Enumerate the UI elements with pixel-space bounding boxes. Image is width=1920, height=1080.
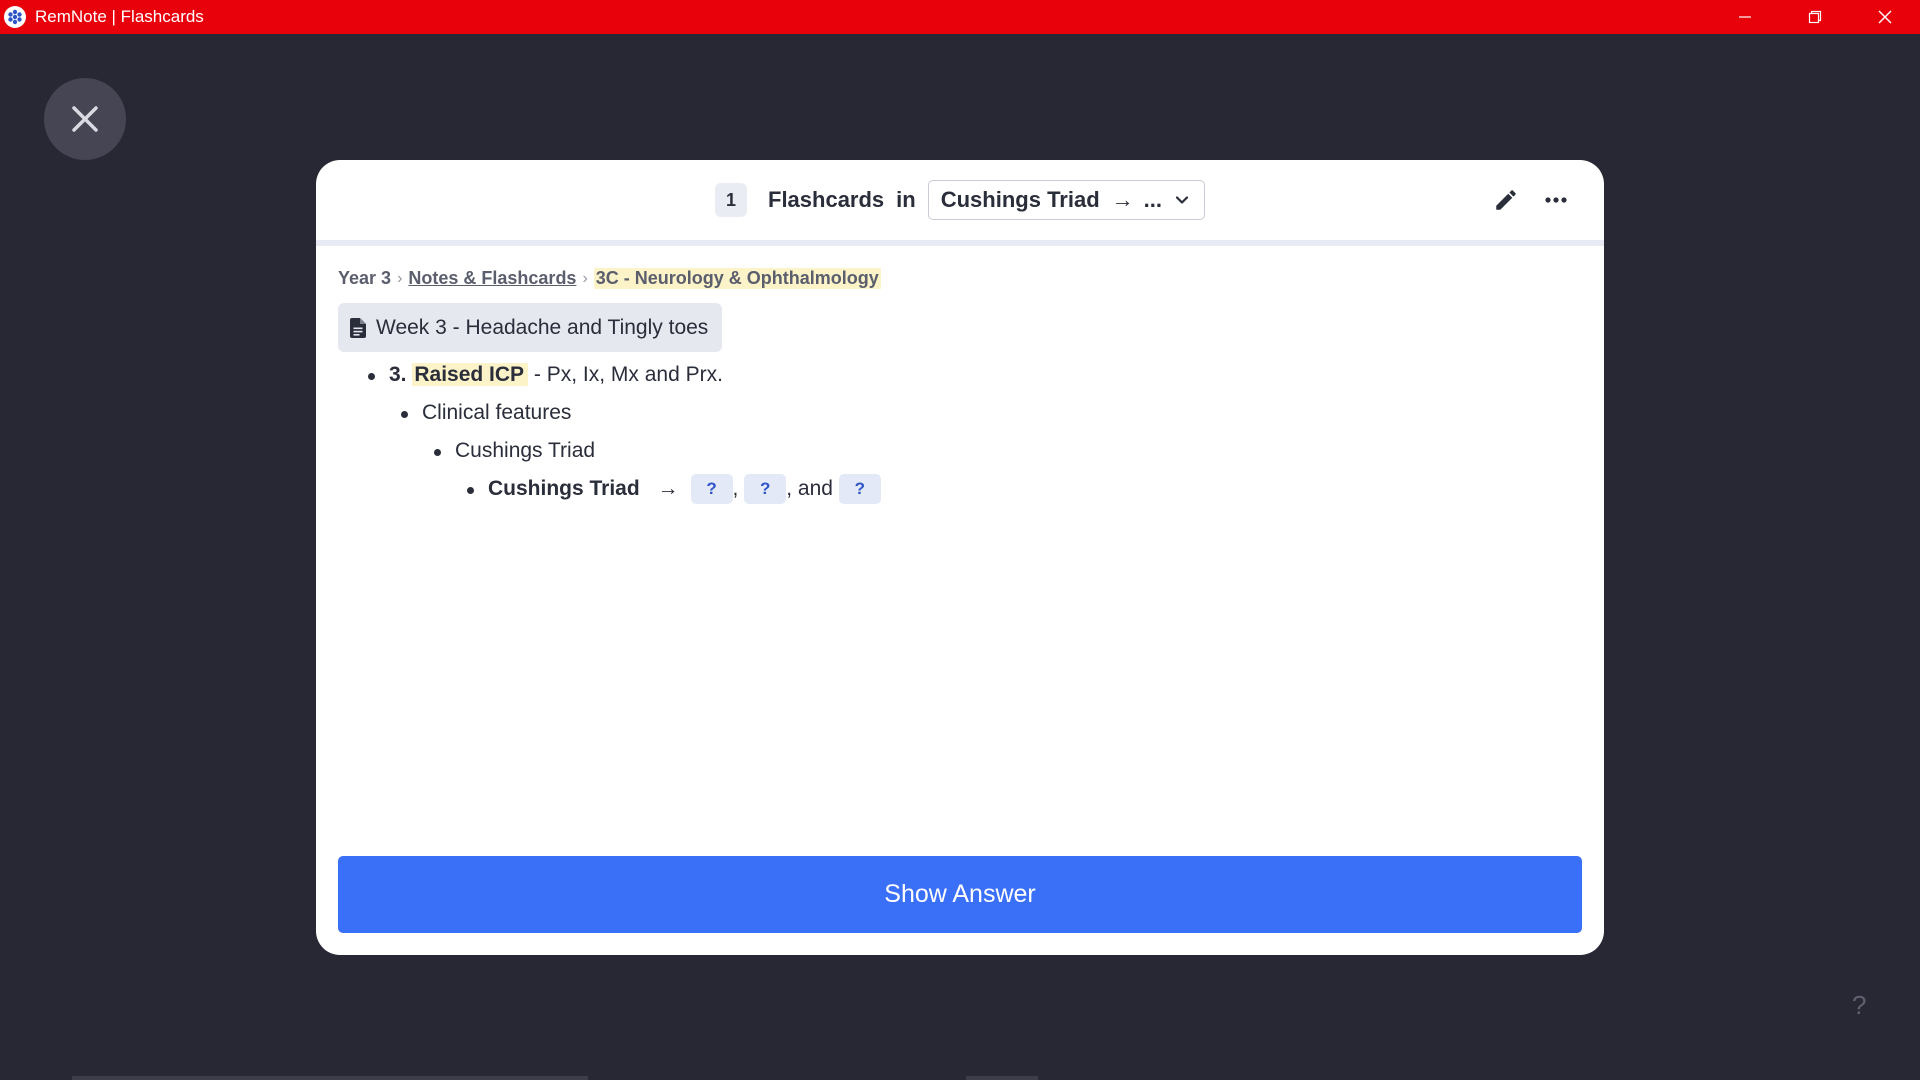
rem-children: Cushings Triad Cushings Triad →?, ?, and… [434, 432, 1582, 508]
rem-text: Cushings Triad [455, 439, 596, 462]
cloze-separator: , and [786, 477, 833, 500]
breadcrumb-separator: › [397, 269, 403, 287]
rem-text: Clinical features [422, 401, 572, 424]
scope-dropdown[interactable]: Cushings Triad → ... [927, 180, 1205, 220]
breadcrumb-notes-flashcards[interactable]: Notes & Flashcards [408, 268, 576, 289]
more-options-button[interactable] [1542, 186, 1570, 214]
show-answer-button[interactable]: Show Answer [338, 856, 1582, 933]
document-title: Week 3 - Headache and Tingly toes [376, 315, 709, 339]
header-tools [1492, 186, 1570, 214]
card-arrow: → [657, 477, 679, 500]
help-button[interactable]: ? [1852, 990, 1866, 1021]
in-label: in [896, 187, 916, 212]
rem-item-clinical-features[interactable]: Clinical features Cushings Triad Cushing… [401, 394, 1582, 508]
chevron-down-icon [1174, 192, 1190, 208]
breadcrumb-year[interactable]: Year 3 [338, 268, 391, 289]
document-chip[interactable]: Week 3 - Headache and Tingly toes [338, 303, 723, 352]
breadcrumb: Year 3 › Notes & Flashcards › 3C - Neuro… [338, 268, 1582, 289]
bottom-scroll-thumb [966, 1076, 1038, 1080]
close-icon [1878, 10, 1892, 24]
minimize-icon [1739, 16, 1751, 18]
document-icon [350, 317, 366, 338]
remnote-logo-icon [4, 6, 26, 28]
flashcard-body: Year 3 › Notes & Flashcards › 3C - Neuro… [316, 246, 1604, 508]
rem-subtitle: - Px, Ix, Mx and Prx. [528, 363, 723, 386]
edit-button[interactable] [1492, 186, 1520, 214]
bottom-scroll-track [72, 1076, 588, 1080]
flashcard-header: 1 Flashcards in Cushings Triad → ... [316, 160, 1604, 246]
minimize-button[interactable] [1710, 0, 1780, 34]
flashcard-panel: 1 Flashcards in Cushings Triad → ... Yea… [316, 160, 1604, 955]
close-flashcards-button[interactable] [44, 78, 126, 160]
cloze-hidden-1[interactable]: ? [690, 474, 733, 505]
flashcards-label: Flashcards [768, 187, 885, 212]
rem-item-cushings-triad-card[interactable]: Cushings Triad →?, ?, and ? [467, 470, 1582, 508]
restore-icon [1808, 10, 1822, 24]
scope-arrow: → [1111, 187, 1134, 212]
rem-item-raised-icp[interactable]: 3. Raised ICP - Px, Ix, Mx and Prx. Clin… [368, 356, 1582, 508]
window-title: RemNote | Flashcards [35, 7, 204, 26]
rem-children: Clinical features Cushings Triad Cushing… [401, 394, 1582, 508]
cloze-hidden-3[interactable]: ? [838, 474, 881, 505]
cloze-separator: , [732, 477, 739, 500]
window-close-button[interactable] [1850, 0, 1920, 34]
close-icon [72, 106, 98, 132]
rem-highlight-raised-icp: Raised ICP [412, 363, 529, 386]
more-icon [1545, 197, 1567, 203]
scope-more: ... [1143, 187, 1162, 212]
rem-number: 3. [389, 363, 407, 386]
card-front-label: Cushings Triad [488, 477, 640, 500]
flashcard-count-badge: 1 [715, 183, 747, 217]
restore-button[interactable] [1780, 0, 1850, 34]
rem-tree: 3. Raised ICP - Px, Ix, Mx and Prx. Clin… [368, 356, 1582, 508]
cloze-hidden-2[interactable]: ? [744, 474, 787, 505]
scope-name: Cushings Triad [940, 187, 1100, 212]
rem-item-cushings-triad[interactable]: Cushings Triad Cushings Triad →?, ?, and… [434, 432, 1582, 508]
breadcrumb-separator: › [582, 269, 588, 287]
rem-children: Cushings Triad →?, ?, and ? [467, 470, 1582, 508]
pencil-icon [1496, 190, 1516, 210]
breadcrumb-module[interactable]: 3C - Neurology & Ophthalmology [593, 268, 881, 289]
title-bar: RemNote | Flashcards [0, 0, 1920, 34]
window-controls [1710, 0, 1920, 34]
